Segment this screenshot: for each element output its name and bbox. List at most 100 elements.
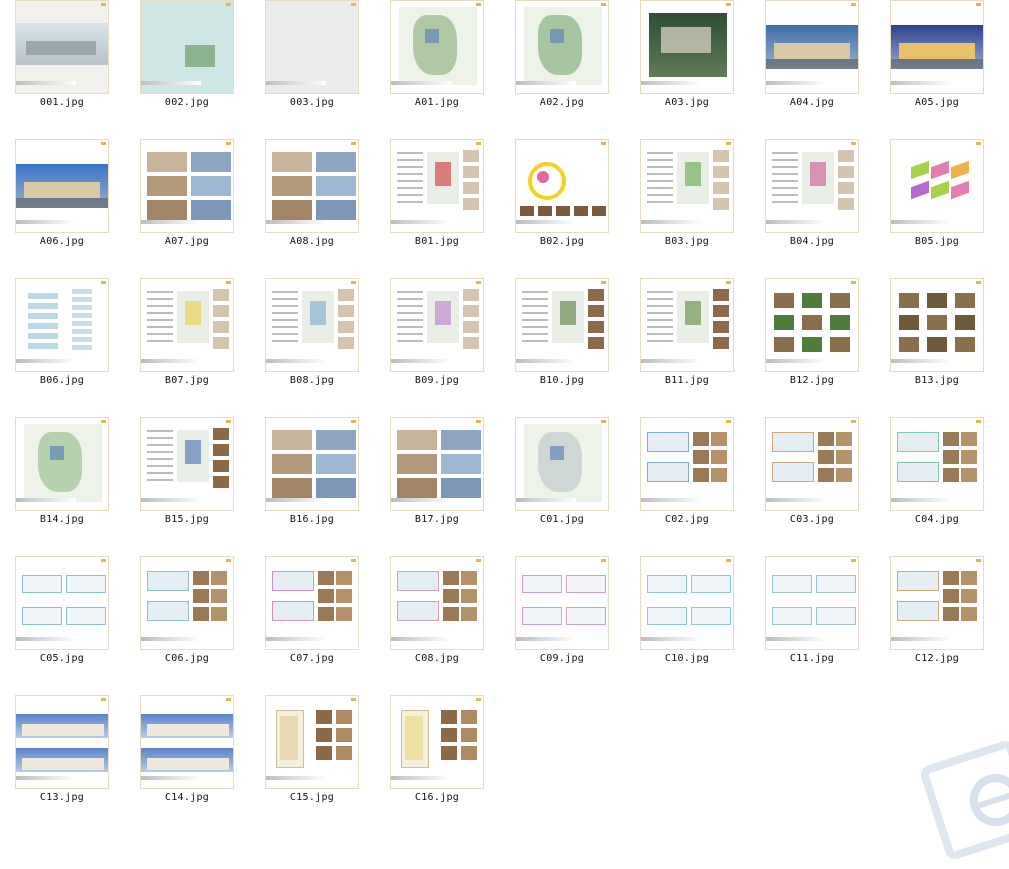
file-name-label[interactable]: 003.jpg [265, 97, 359, 108]
file-name-label[interactable]: B13.jpg [890, 375, 984, 386]
file-preview-image[interactable] [140, 417, 234, 511]
file-thumbnail-item[interactable]: B09.jpg [390, 278, 488, 390]
file-thumbnail-item[interactable]: C06.jpg [140, 556, 238, 668]
file-thumbnail-item[interactable]: B13.jpg [890, 278, 988, 390]
file-thumbnail-item[interactable]: C13.jpg [15, 695, 113, 807]
file-preview-image[interactable] [890, 278, 984, 372]
file-thumbnail-item[interactable]: B03.jpg [640, 139, 738, 251]
file-name-label[interactable]: B06.jpg [15, 375, 109, 386]
file-name-label[interactable]: B12.jpg [765, 375, 859, 386]
file-thumbnail-item[interactable]: B12.jpg [765, 278, 863, 390]
file-preview-image[interactable] [15, 278, 109, 372]
file-name-label[interactable]: B02.jpg [515, 236, 609, 247]
file-name-label[interactable]: C05.jpg [15, 653, 109, 664]
file-preview-image[interactable] [390, 417, 484, 511]
file-thumbnail-item[interactable]: 001.jpg [15, 0, 113, 112]
file-name-label[interactable]: C15.jpg [265, 792, 359, 803]
file-preview-image[interactable] [15, 695, 109, 789]
file-name-label[interactable]: B01.jpg [390, 236, 484, 247]
file-thumbnail-item[interactable]: B10.jpg [515, 278, 613, 390]
file-thumbnail-item[interactable]: B14.jpg [15, 417, 113, 529]
file-preview-image[interactable] [890, 139, 984, 233]
file-preview-image[interactable] [15, 417, 109, 511]
file-name-label[interactable]: C11.jpg [765, 653, 859, 664]
file-thumbnail-item[interactable]: B16.jpg [265, 417, 363, 529]
file-preview-image[interactable] [390, 556, 484, 650]
file-preview-image[interactable] [515, 0, 609, 94]
file-thumbnail-item[interactable]: A03.jpg [640, 0, 738, 112]
file-preview-image[interactable] [140, 278, 234, 372]
file-preview-image[interactable] [265, 139, 359, 233]
file-name-label[interactable]: C04.jpg [890, 514, 984, 525]
file-preview-image[interactable] [890, 0, 984, 94]
file-name-label[interactable]: C16.jpg [390, 792, 484, 803]
file-name-label[interactable]: A01.jpg [390, 97, 484, 108]
file-preview-image[interactable] [640, 556, 734, 650]
file-preview-image[interactable] [15, 139, 109, 233]
file-preview-image[interactable] [265, 0, 359, 94]
file-preview-image[interactable] [265, 556, 359, 650]
file-thumbnail-item[interactable]: B08.jpg [265, 278, 363, 390]
file-preview-image[interactable] [515, 417, 609, 511]
file-name-label[interactable]: B08.jpg [265, 375, 359, 386]
file-preview-image[interactable] [140, 139, 234, 233]
file-thumbnail-item[interactable]: C16.jpg [390, 695, 488, 807]
file-thumbnail-item[interactable]: C12.jpg [890, 556, 988, 668]
file-thumbnail-item[interactable]: B01.jpg [390, 139, 488, 251]
file-name-label[interactable]: B10.jpg [515, 375, 609, 386]
file-name-label[interactable]: B17.jpg [390, 514, 484, 525]
file-name-label[interactable]: A06.jpg [15, 236, 109, 247]
file-name-label[interactable]: C06.jpg [140, 653, 234, 664]
file-name-label[interactable]: B04.jpg [765, 236, 859, 247]
file-thumbnail-item[interactable]: A08.jpg [265, 139, 363, 251]
file-name-label[interactable]: A03.jpg [640, 97, 734, 108]
file-preview-image[interactable] [765, 0, 859, 94]
file-thumbnail-item[interactable]: C11.jpg [765, 556, 863, 668]
file-thumbnail-item[interactable]: C03.jpg [765, 417, 863, 529]
file-thumbnail-item[interactable]: C01.jpg [515, 417, 613, 529]
file-name-label[interactable]: C10.jpg [640, 653, 734, 664]
file-thumbnail-item[interactable]: A05.jpg [890, 0, 988, 112]
file-thumbnail-item[interactable]: C09.jpg [515, 556, 613, 668]
file-preview-image[interactable] [15, 0, 109, 94]
file-thumbnail-item[interactable]: B15.jpg [140, 417, 238, 529]
file-thumbnail-item[interactable]: B05.jpg [890, 139, 988, 251]
file-name-label[interactable]: B03.jpg [640, 236, 734, 247]
file-preview-image[interactable] [765, 417, 859, 511]
file-preview-image[interactable] [15, 556, 109, 650]
file-preview-image[interactable] [265, 695, 359, 789]
file-name-label[interactable]: A04.jpg [765, 97, 859, 108]
file-preview-image[interactable] [140, 556, 234, 650]
file-thumbnail-item[interactable]: B02.jpg [515, 139, 613, 251]
file-name-label[interactable]: 002.jpg [140, 97, 234, 108]
file-name-label[interactable]: 001.jpg [15, 97, 109, 108]
file-thumbnail-item[interactable]: C08.jpg [390, 556, 488, 668]
file-name-label[interactable]: C13.jpg [15, 792, 109, 803]
file-thumbnail-item[interactable]: C07.jpg [265, 556, 363, 668]
file-name-label[interactable]: B09.jpg [390, 375, 484, 386]
file-thumbnail-item[interactable]: B04.jpg [765, 139, 863, 251]
file-preview-image[interactable] [390, 278, 484, 372]
file-thumbnail-item[interactable]: C04.jpg [890, 417, 988, 529]
file-name-label[interactable]: A02.jpg [515, 97, 609, 108]
file-name-label[interactable]: C07.jpg [265, 653, 359, 664]
file-name-label[interactable]: A05.jpg [890, 97, 984, 108]
file-thumbnail-item[interactable]: A06.jpg [15, 139, 113, 251]
file-thumbnail-item[interactable]: C05.jpg [15, 556, 113, 668]
file-thumbnail-item[interactable]: C14.jpg [140, 695, 238, 807]
file-name-label[interactable]: C14.jpg [140, 792, 234, 803]
file-preview-image[interactable] [265, 278, 359, 372]
file-name-label[interactable]: A07.jpg [140, 236, 234, 247]
file-name-label[interactable]: B14.jpg [15, 514, 109, 525]
file-thumbnail-item[interactable]: 003.jpg [265, 0, 363, 112]
file-name-label[interactable]: B15.jpg [140, 514, 234, 525]
file-thumbnail-item[interactable]: B06.jpg [15, 278, 113, 390]
file-preview-image[interactable] [390, 0, 484, 94]
file-thumbnail-item[interactable]: A07.jpg [140, 139, 238, 251]
file-thumbnail-item[interactable]: B11.jpg [640, 278, 738, 390]
file-thumbnail-item[interactable]: B17.jpg [390, 417, 488, 529]
file-name-label[interactable]: C01.jpg [515, 514, 609, 525]
file-preview-image[interactable] [765, 556, 859, 650]
file-thumbnail-item[interactable]: C02.jpg [640, 417, 738, 529]
file-preview-image[interactable] [515, 278, 609, 372]
